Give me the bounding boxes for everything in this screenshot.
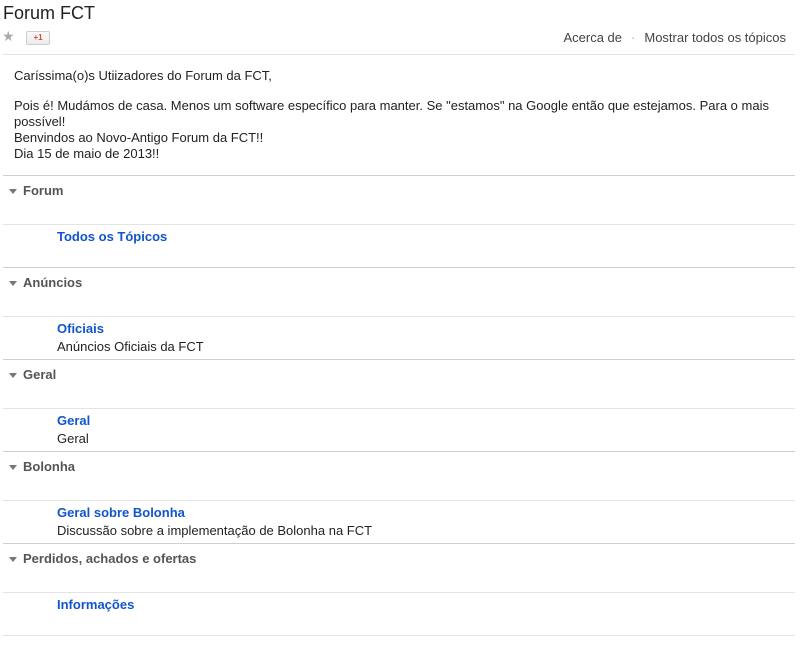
divider (3, 592, 795, 593)
divider (3, 359, 795, 360)
collapse-triangle-icon (9, 188, 17, 194)
collapse-triangle-icon (9, 372, 17, 378)
section-name: Anúncios (23, 275, 83, 290)
divider (3, 224, 795, 225)
divider (3, 316, 795, 317)
google-plus-one-button[interactable]: +1 (26, 31, 50, 45)
section-header-forum[interactable]: Forum (9, 183, 63, 199)
page-title: Forum FCT (3, 3, 95, 23)
group-description: Discussão sobre a implementação de Bolon… (57, 523, 373, 538)
divider (3, 635, 795, 636)
divider (3, 500, 795, 501)
group-link-geral[interactable]: Geral (57, 413, 90, 429)
message-line: Caríssima(o)s Utiizadores do Forum da FC… (14, 68, 272, 83)
group-description: Geral (57, 431, 89, 446)
divider (3, 267, 795, 268)
welcome-message: Caríssima(o)s Utiizadores do Forum da FC… (14, 68, 789, 162)
section-name: Perdidos, achados e ofertas (23, 551, 197, 566)
star-icon[interactable]: ★ (2, 28, 15, 44)
divider (3, 408, 795, 409)
section-header-perdidos[interactable]: Perdidos, achados e ofertas (9, 551, 196, 567)
link-separator: · (631, 30, 636, 45)
divider (3, 451, 795, 452)
group-link-todos-os-topicos[interactable]: Todos os Tópicos (57, 229, 167, 245)
top-links: Acerca de · Mostrar todos os tópicos (563, 30, 786, 46)
collapse-triangle-icon (9, 280, 17, 286)
plus-one-label: +1 (33, 33, 43, 42)
section-name: Forum (23, 183, 64, 198)
group-link-oficiais[interactable]: Oficiais (57, 321, 104, 337)
message-line: Pois é! Mudámos de casa. Menos um softwa… (14, 98, 769, 129)
show-all-topics-link[interactable]: Mostrar todos os tópicos (644, 30, 786, 46)
group-link-informacoes[interactable]: Informações (57, 597, 134, 613)
section-header-anuncios[interactable]: Anúncios (9, 275, 82, 291)
group-description: Anúncios Oficiais da FCT (57, 339, 204, 354)
collapse-triangle-icon (9, 556, 17, 562)
message-line: Benvindos ao Novo-Antigo Forum da FCT!! (14, 130, 264, 145)
group-link-geral-sobre-bolonha[interactable]: Geral sobre Bolonha (57, 505, 185, 521)
section-name: Geral (23, 367, 57, 382)
divider (3, 543, 795, 544)
section-header-bolonha[interactable]: Bolonha (9, 459, 75, 475)
message-line: Dia 15 de maio de 2013!! (14, 146, 160, 161)
divider (3, 54, 795, 55)
about-link[interactable]: Acerca de (563, 30, 622, 46)
divider (3, 175, 795, 176)
collapse-triangle-icon (9, 464, 17, 470)
section-name: Bolonha (23, 459, 75, 474)
section-header-geral[interactable]: Geral (9, 367, 56, 383)
